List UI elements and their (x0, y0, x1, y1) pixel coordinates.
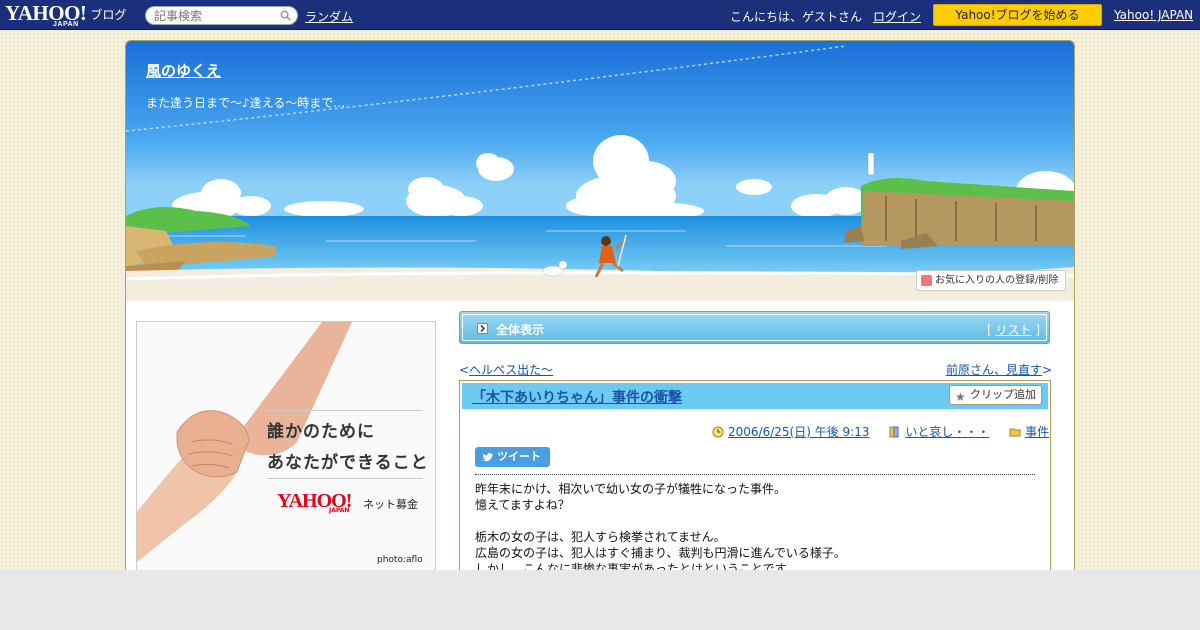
list-link[interactable]: [ リスト ] (987, 321, 1040, 338)
article-title-link[interactable]: 「木下あいりちゃん」事件の衝撃 (472, 387, 682, 407)
bottom-gutter (0, 570, 1200, 630)
ad-headline-2: あなたができること (267, 453, 429, 473)
next-article-link[interactable]: 前原さん、見直す> (946, 361, 1052, 378)
tweet-button[interactable]: ツイート (475, 447, 550, 467)
start-blog-button[interactable]: Yahoo!ブログを始める (933, 4, 1102, 26)
random-link[interactable]: ランダム (305, 8, 353, 25)
ad-divider-bottom (267, 478, 422, 479)
clip-add-label: クリップ追加 (970, 388, 1036, 401)
clip-add-button[interactable]: ★ クリップ追加 (949, 385, 1042, 405)
article-body: 昨年末にかけ、相次いで幼い女の子が犠牲になった事件。 憶えてますよね？ 栃木の女… (475, 481, 1035, 570)
prev-article-link[interactable]: <ヘルペス出た～ (459, 361, 553, 378)
login-link[interactable]: ログイン (873, 8, 921, 25)
search-icon[interactable] (280, 10, 291, 21)
next-article-title[interactable]: 前原さん、見直す (946, 363, 1042, 377)
list-label: リスト (995, 323, 1032, 337)
favorite-register-button[interactable]: お気に入りの人の登録/削除 (916, 270, 1066, 291)
body-line: 栃木の女の子は、犯人すら検挙されてません。 (475, 530, 726, 544)
all-view-label[interactable]: 全体表示 (496, 321, 544, 338)
folder-icon (1009, 428, 1021, 436)
charity-ad-banner[interactable]: 誰かのために あなたができること YAHOO! JAPAN ネット募金 phot… (136, 321, 436, 570)
handshake-photo (137, 322, 435, 570)
body-line: しかし、こんなに悲惨な事実があったとはということです。 (475, 562, 798, 570)
article-tag-link[interactable]: いと哀し・・・ (905, 423, 989, 440)
logo-sub-text: JAPAN (53, 21, 79, 28)
arrow-right-icon (477, 323, 488, 334)
yahoo-japan-link[interactable]: Yahoo! JAPAN (1114, 8, 1193, 22)
blog-title-link[interactable]: 風のゆくえ (146, 60, 221, 81)
article-divider (475, 474, 1035, 475)
ad-photo-credit: photo:aflo (377, 555, 423, 565)
heart-icon (921, 275, 932, 286)
blog-description: また逢う日まで～♪逢える～時まで… (146, 96, 346, 110)
article-date-link[interactable]: 2006/6/25(日) 午後 9:13 (728, 423, 869, 440)
ad-service-name: ネット募金 (363, 498, 418, 511)
ad-headline-1: 誰かのために (267, 422, 375, 442)
body-line: 広島の女の子は、犯人はすぐ捕まり、裁判も円滑に進んでいる様子。 (475, 546, 846, 560)
body-line (475, 513, 1035, 529)
ad-yahoo-logo-sub: JAPAN (329, 507, 350, 514)
blog-label: ブログ (90, 8, 127, 22)
clock-icon (712, 426, 724, 437)
blog-header-banner: 風のゆくえ また逢う日まで～♪逢える～時まで… お気に入りの人の登録/削除 (126, 41, 1074, 301)
article-meta: 2006/6/25(日) 午後 9:13 いと哀し・・・ 事件 (712, 423, 1065, 441)
search-input[interactable] (154, 8, 279, 23)
all-view-bar: 全体表示 [ リスト ] (459, 311, 1050, 344)
article-category-link[interactable]: 事件 (1025, 423, 1049, 440)
blog-frame: 風のゆくえ また逢う日まで～♪逢える～時まで… お気に入りの人の登録/削除 誰か… (125, 40, 1075, 570)
prev-article-title[interactable]: ヘルペス出た～ (469, 363, 553, 377)
twitter-bird-icon (482, 452, 493, 462)
star-icon: ★ (955, 390, 966, 404)
page-background: YAHOO! JAPAN ブログ ランダム こんにちは、ゲストさん ログイン Y… (0, 0, 1200, 570)
ad-divider-top (267, 410, 422, 411)
tweet-label: ツイート (497, 450, 541, 463)
body-line: 憶えてますよね？ (475, 498, 570, 512)
favorite-register-label: お気に入りの人の登録/削除 (935, 275, 1059, 286)
body-line: 昨年末にかけ、相次いで幼い女の子が犠牲になった事件。 (475, 482, 787, 496)
yahoo-blog-logo[interactable]: YAHOO! JAPAN ブログ (5, 1, 126, 29)
book-icon (889, 426, 899, 437)
article-header: 「木下あいりちゃん」事件の衝撃 ★ クリップ追加 (462, 383, 1048, 409)
search-box[interactable] (145, 6, 298, 25)
top-navigation-bar: YAHOO! JAPAN ブログ ランダム こんにちは、ゲストさん ログイン Y… (0, 0, 1200, 30)
beach-scene-illustration (126, 41, 1074, 301)
article: 「木下あいりちゃん」事件の衝撃 ★ クリップ追加 2006/6/25(日) 午後… (459, 380, 1051, 570)
greeting-text: こんにちは、ゲストさん (730, 10, 863, 24)
